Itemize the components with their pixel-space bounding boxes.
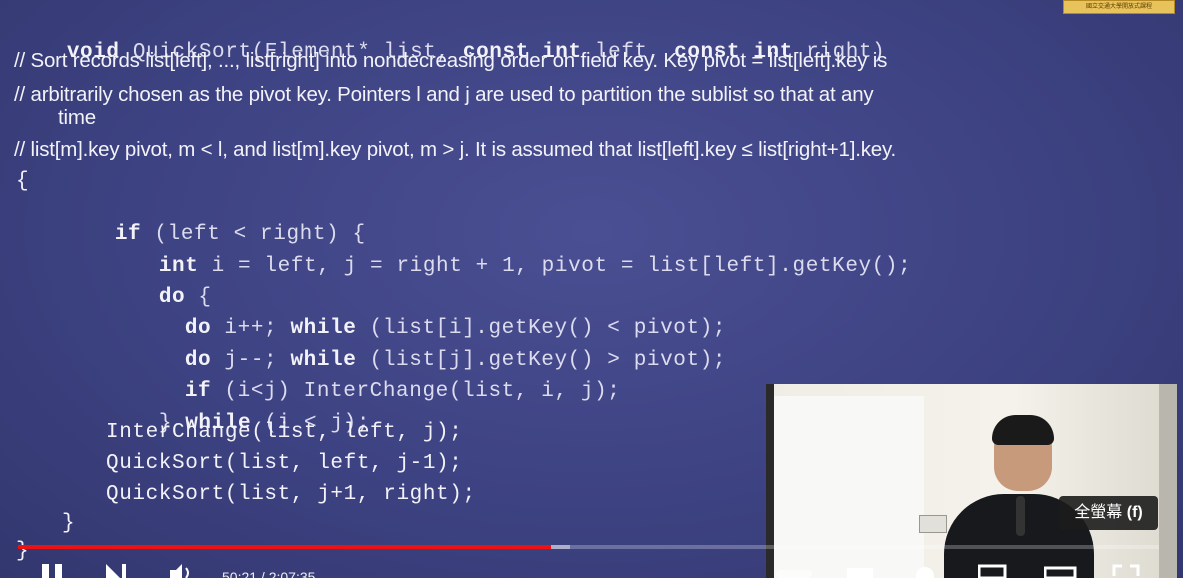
slide-comment-line: // arbitrarily chosen as the pivot key. … [14,83,874,106]
whiteboard [774,396,924,578]
microphone [1016,496,1025,536]
next-icon [106,564,126,578]
subtitles-icon [847,568,873,578]
code-line: InterChange(list, left, j); [106,421,463,444]
player-controls: 50:21 / 2:07:35 [0,558,1183,578]
tooltip-label: 全螢幕 [1074,504,1123,521]
volume-button[interactable] [168,564,194,578]
tooltip-shortcut: (f) [1126,504,1143,521]
wall-shadow [1159,384,1177,578]
theater-mode-button[interactable] [1044,564,1078,578]
theater-icon [1044,566,1077,578]
video-player[interactable]: 國立交通大學開放式課程 void QuickSort(Element* list… [0,0,1183,578]
code-open-brace: { [16,170,30,193]
fullscreen-button[interactable] [1112,564,1140,578]
code-line: QuickSort(list, j+1, right); [106,483,476,506]
miniplayer-button[interactable] [978,564,1008,578]
progress-played [18,545,551,549]
pause-icon [42,564,62,578]
volume-icon [170,564,189,578]
next-button[interactable] [104,564,130,578]
time-display: 50:21 / 2:07:35 [222,569,316,578]
autoplay-toggle[interactable] [776,564,816,578]
autoplay-icon [776,570,812,578]
wall-outlet [919,515,947,533]
slide-comment-line: // Sort records list[left], ..., list[ri… [14,49,888,72]
slide-comment-line: time [58,106,96,129]
progress-bar[interactable] [18,545,1159,549]
gear-icon [916,567,934,578]
lecturer-hair [992,415,1054,445]
miniplayer-icon [978,564,1007,578]
pause-button[interactable] [40,564,66,578]
slide-comment-line: // list[m].key pivot, m < l, and list[m]… [14,138,897,161]
code-line: QuickSort(list, left, j-1); [106,452,463,475]
channel-logo: 國立交通大學開放式課程 [1063,0,1175,14]
fullscreen-tooltip: 全螢幕 (f) [1059,496,1158,530]
code-text: i = left, j = right + 1, pivot = list[le… [198,255,912,278]
subtitles-button[interactable] [846,564,876,578]
code-close-brace: } [62,512,76,535]
code-line: int i = left, j = right + 1, pivot = lis… [106,232,911,301]
fullscreen-icon [1112,564,1140,576]
settings-button[interactable] [912,564,940,578]
